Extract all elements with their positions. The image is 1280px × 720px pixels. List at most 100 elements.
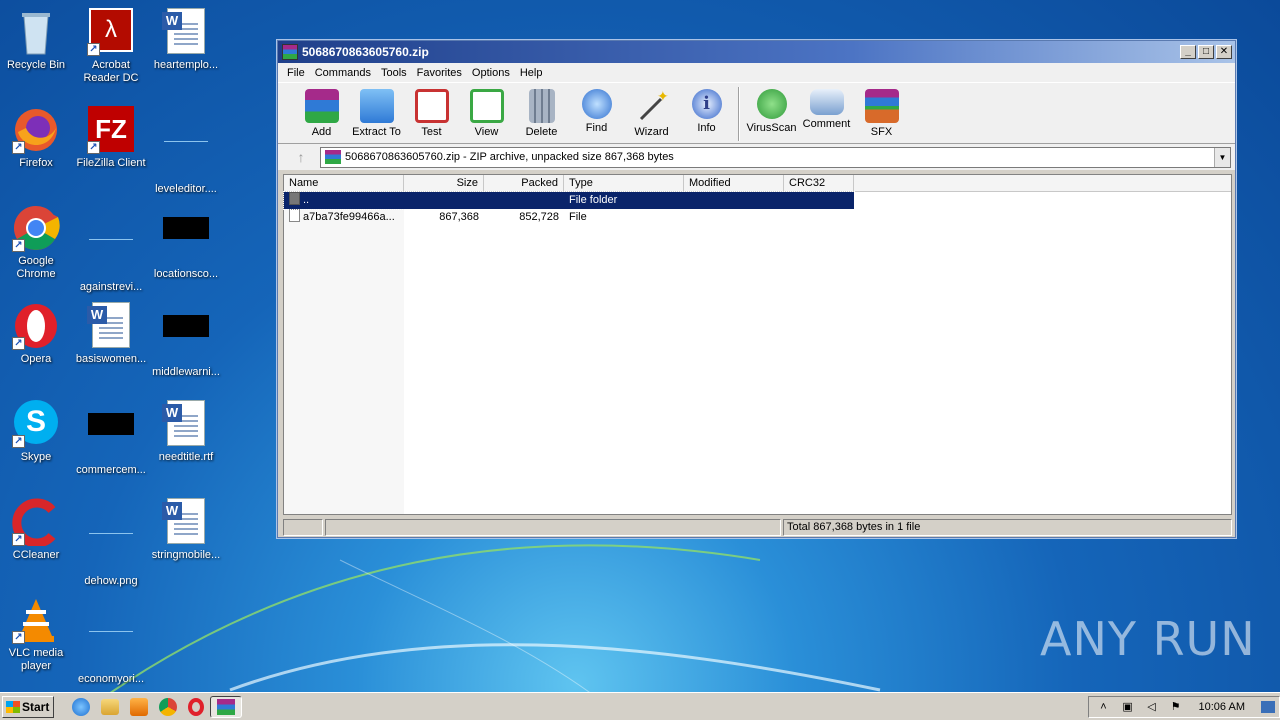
virus-scan-icon bbox=[756, 89, 787, 119]
system-tray: ˄ ▣ ◁ ⚑ 10:06 AM bbox=[1087, 695, 1280, 718]
clock[interactable]: 10:06 AM bbox=[1199, 701, 1245, 713]
column-packed[interactable]: Packed bbox=[484, 175, 564, 191]
winrar-taskbar-button[interactable] bbox=[210, 695, 242, 718]
tray-expand-icon[interactable]: ˄ bbox=[1097, 700, 1111, 714]
up-arrow-icon[interactable]: ↑ bbox=[282, 149, 320, 165]
desktop-icon-opera[interactable]: ↗ Opera bbox=[0, 302, 74, 366]
menu-file[interactable]: File bbox=[282, 67, 310, 79]
table-row[interactable]: a7ba73fe99466a... 867,368 852,728 File bbox=[284, 209, 1231, 226]
menu-help[interactable]: Help bbox=[515, 67, 548, 79]
window-titlebar[interactable]: 5068670863605760.zip _ □ ✕ bbox=[278, 41, 1235, 63]
anyrun-watermark: ANY RUN bbox=[1040, 612, 1256, 666]
ccleaner-icon: ↗ bbox=[12, 498, 60, 548]
skype-icon: S ↗ bbox=[12, 400, 60, 448]
toolbar-comment-button[interactable]: Comment bbox=[799, 87, 854, 130]
windows-flag-icon bbox=[6, 700, 20, 713]
desktop-icon-recycle-bin[interactable]: Recycle Bin bbox=[0, 8, 74, 72]
desktop-icon-filezilla[interactable]: FZ ↗ FileZilla Client bbox=[73, 106, 149, 170]
toolbar-view-button[interactable]: View bbox=[459, 87, 514, 138]
blank-file-icon bbox=[87, 230, 135, 278]
column-name[interactable]: Name bbox=[284, 175, 404, 191]
find-magnifier-icon bbox=[581, 89, 612, 119]
drive-key-icon[interactable] bbox=[283, 519, 323, 536]
desktop-icon-middlewarni[interactable]: middlewarni... bbox=[148, 302, 224, 379]
desktop-icon-locationsco[interactable]: locationsco... bbox=[148, 204, 224, 281]
desktop-icon-skype[interactable]: S ↗ Skype bbox=[0, 400, 74, 464]
menu-tools[interactable]: Tools bbox=[376, 67, 412, 79]
desktop-icon-againstrevi[interactable]: againstrevi... bbox=[73, 204, 149, 294]
chrome-taskbar-icon[interactable] bbox=[159, 697, 177, 716]
toolbar: Add Extract To Test View Delete Find ✦ W… bbox=[278, 82, 1235, 144]
winrar-window: 5068670863605760.zip _ □ ✕ File Commands… bbox=[277, 40, 1236, 538]
status-total: Total 867,368 bytes in 1 file bbox=[783, 519, 1232, 536]
firefox-icon: ↗ bbox=[12, 106, 60, 154]
desktop-icon-chrome[interactable]: ↗ Google Chrome bbox=[0, 204, 74, 281]
column-crc32[interactable]: CRC32 bbox=[784, 175, 854, 191]
file-explorer-icon[interactable] bbox=[101, 698, 119, 715]
menu-favorites[interactable]: Favorites bbox=[412, 67, 467, 79]
delete-trash-icon bbox=[528, 89, 555, 123]
add-archive-icon bbox=[304, 89, 339, 123]
winrar-icon bbox=[282, 44, 298, 60]
extract-folder-icon bbox=[359, 89, 394, 123]
column-type[interactable]: Type bbox=[564, 175, 684, 191]
close-button[interactable]: ✕ bbox=[1216, 45, 1232, 59]
file-list-header: Name Size Packed Type Modified CRC32 bbox=[284, 175, 1231, 192]
redacted-file-icon bbox=[87, 413, 135, 461]
word-document-icon: W bbox=[162, 498, 210, 546]
desktop-icon-heartemplo[interactable]: W heartemplo... bbox=[148, 8, 224, 72]
folder-up-icon bbox=[289, 192, 300, 205]
menu-commands[interactable]: Commands bbox=[310, 67, 376, 79]
desktop-icon-acrobat-reader[interactable]: λ ↗ Acrobat Reader DC bbox=[73, 8, 149, 85]
start-button[interactable]: Start bbox=[2, 695, 54, 718]
filezilla-icon: FZ ↗ bbox=[87, 106, 135, 154]
desktop-icon-commercem[interactable]: commercem... bbox=[73, 400, 149, 477]
volume-icon[interactable]: ◁ bbox=[1145, 700, 1159, 714]
desktop-icon-needtitle[interactable]: W needtitle.rtf bbox=[148, 400, 224, 464]
chevron-down-icon[interactable]: ▼ bbox=[1214, 147, 1230, 167]
blank-file-icon bbox=[162, 132, 210, 180]
minimize-button[interactable]: _ bbox=[1180, 45, 1196, 59]
desktop-icon-firefox[interactable]: ↗ Firefox bbox=[0, 106, 74, 170]
toolbar-delete-button[interactable]: Delete bbox=[514, 87, 569, 138]
redacted-file-icon bbox=[162, 315, 210, 363]
toolbar-virusscan-button[interactable]: VirusScan bbox=[744, 87, 799, 134]
zip-archive-icon bbox=[325, 150, 341, 164]
desktop-icon-basiswomen[interactable]: W basiswomen... bbox=[73, 302, 149, 366]
toolbar-separator bbox=[738, 87, 740, 141]
redacted-file-icon bbox=[162, 217, 210, 265]
desktop-icon-vlc[interactable]: ↗ VLC media player bbox=[0, 596, 74, 673]
toolbar-sfx-button[interactable]: SFX bbox=[854, 87, 909, 138]
desktop-icon-dehow[interactable]: dehow.png bbox=[73, 498, 149, 588]
acrobat-reader-icon: λ ↗ bbox=[87, 8, 135, 56]
toolbar-test-button[interactable]: Test bbox=[404, 87, 459, 138]
show-desktop-icon[interactable] bbox=[1261, 700, 1275, 713]
address-bar[interactable]: 5068670863605760.zip - ZIP archive, unpa… bbox=[320, 146, 1231, 168]
taskbar: Start ˄ ▣ ◁ ⚑ 10:06 AM bbox=[0, 692, 1280, 720]
column-size[interactable]: Size bbox=[404, 175, 484, 191]
network-icon[interactable]: ▣ bbox=[1121, 700, 1135, 714]
media-player-icon[interactable] bbox=[130, 697, 148, 716]
file-list[interactable]: Name Size Packed Type Modified CRC32 .. … bbox=[283, 174, 1232, 515]
sfx-box-icon bbox=[864, 89, 899, 123]
opera-icon: ↗ bbox=[12, 302, 60, 350]
toolbar-add-button[interactable]: Add bbox=[294, 87, 349, 138]
toolbar-find-button[interactable]: Find bbox=[569, 87, 624, 134]
maximize-button[interactable]: □ bbox=[1198, 45, 1214, 59]
wizard-wand-icon: ✦ bbox=[635, 88, 669, 123]
toolbar-extract-to-button[interactable]: Extract To bbox=[349, 87, 404, 138]
table-row[interactable]: .. File folder bbox=[283, 191, 855, 210]
desktop-icon-leveleditor[interactable]: leveleditor.... bbox=[148, 106, 224, 196]
menu-bar: File Commands Tools Favorites Options He… bbox=[278, 63, 1235, 82]
column-modified[interactable]: Modified bbox=[684, 175, 784, 191]
menu-options[interactable]: Options bbox=[467, 67, 515, 79]
toolbar-wizard-button[interactable]: ✦ Wizard bbox=[624, 87, 679, 138]
internet-explorer-icon[interactable] bbox=[72, 697, 90, 716]
word-document-icon: W bbox=[162, 400, 210, 448]
opera-taskbar-icon[interactable] bbox=[188, 697, 204, 716]
toolbar-info-button[interactable]: i Info bbox=[679, 87, 734, 134]
desktop-icon-ccleaner[interactable]: ↗ CCleaner bbox=[0, 498, 74, 562]
desktop-icon-stringmobile[interactable]: W stringmobile... bbox=[148, 498, 224, 562]
action-center-flag-icon[interactable]: ⚑ bbox=[1169, 700, 1183, 714]
desktop-icon-economyori[interactable]: economyori... bbox=[73, 596, 149, 686]
